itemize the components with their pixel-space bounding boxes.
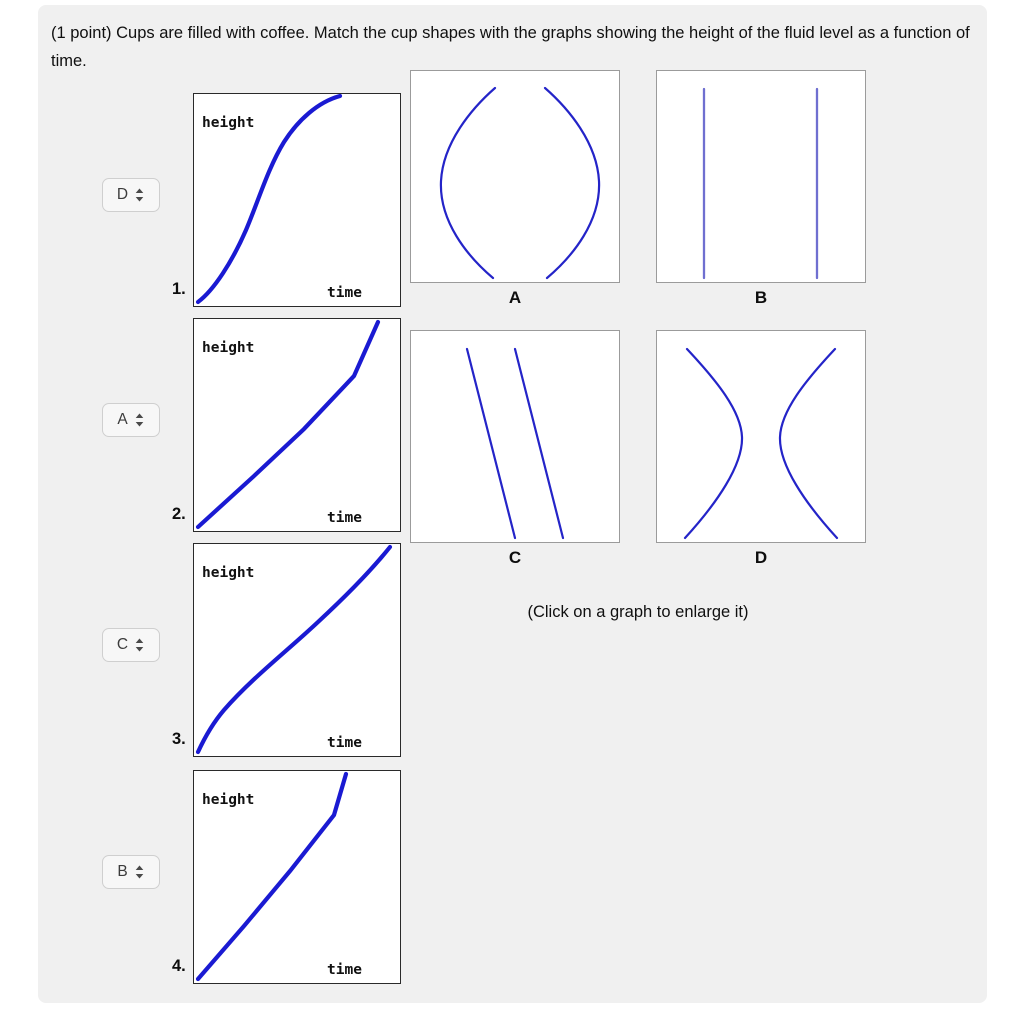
graph-4[interactable]: height time <box>193 770 401 984</box>
enlarge-hint: (Click on a graph to enlarge it) <box>527 603 749 621</box>
cup-d-left-wall <box>683 347 744 540</box>
problem-panel: (1 point) Cups are filled with coffee. M… <box>38 5 987 1003</box>
cup-a-left-wall <box>439 86 497 280</box>
graph-2-x-label: time <box>327 510 362 526</box>
answer-select-1[interactable]: D <box>102 178 160 212</box>
graph-1-y-label: height <box>202 115 254 131</box>
cup-label-b: B <box>754 288 768 307</box>
cup-c-right-wall <box>513 347 565 540</box>
graph-2[interactable]: height time <box>193 318 401 532</box>
graph-2-y-label: height <box>202 340 254 356</box>
cup-shape-c[interactable] <box>410 330 620 543</box>
answer-select-2[interactable]: A <box>102 403 160 437</box>
cup-label-a: A <box>508 288 522 307</box>
answer-select-1-value: D <box>116 186 129 204</box>
answer-select-4[interactable]: B <box>102 855 160 889</box>
graph-4-y-label: height <box>202 792 254 808</box>
chevron-up-down-icon <box>134 864 145 880</box>
graph-3-x-label: time <box>327 735 362 751</box>
cup-a-right-wall <box>543 86 601 280</box>
cup-d-right-wall <box>778 347 839 540</box>
cup-c-left-wall <box>465 347 517 540</box>
cup-shape-a[interactable] <box>410 70 620 283</box>
graph-1[interactable]: height time <box>193 93 401 307</box>
cup-label-d: D <box>754 548 768 567</box>
chevron-up-down-icon <box>134 187 145 203</box>
graph-1-x-label: time <box>327 285 362 301</box>
answer-select-2-value: A <box>117 411 128 429</box>
graph-3[interactable]: height time <box>193 543 401 757</box>
answer-select-3-value: C <box>116 636 129 654</box>
chevron-up-down-icon <box>134 412 145 428</box>
chevron-up-down-icon <box>134 637 145 653</box>
row-number-4: 4. <box>172 957 186 975</box>
matching-row-3: C 3. height time <box>38 543 401 758</box>
row-number-3: 3. <box>172 730 186 748</box>
matching-row-1: D 1. height time <box>38 93 401 308</box>
cup-label-c: C <box>508 548 522 567</box>
question-prompt: (1 point) Cups are filled with coffee. M… <box>51 24 970 70</box>
answer-select-3[interactable]: C <box>102 628 160 662</box>
row-number-1: 1. <box>172 280 186 298</box>
answer-select-4-value: B <box>117 863 128 881</box>
cup-shape-d[interactable] <box>656 330 866 543</box>
matching-row-2: A 2. height time <box>38 318 401 533</box>
graph-4-x-label: time <box>327 962 362 978</box>
graph-3-y-label: height <box>202 565 254 581</box>
cup-shape-b[interactable] <box>656 70 866 283</box>
matching-row-4: B 4. height time <box>38 770 401 985</box>
row-number-2: 2. <box>172 505 186 523</box>
